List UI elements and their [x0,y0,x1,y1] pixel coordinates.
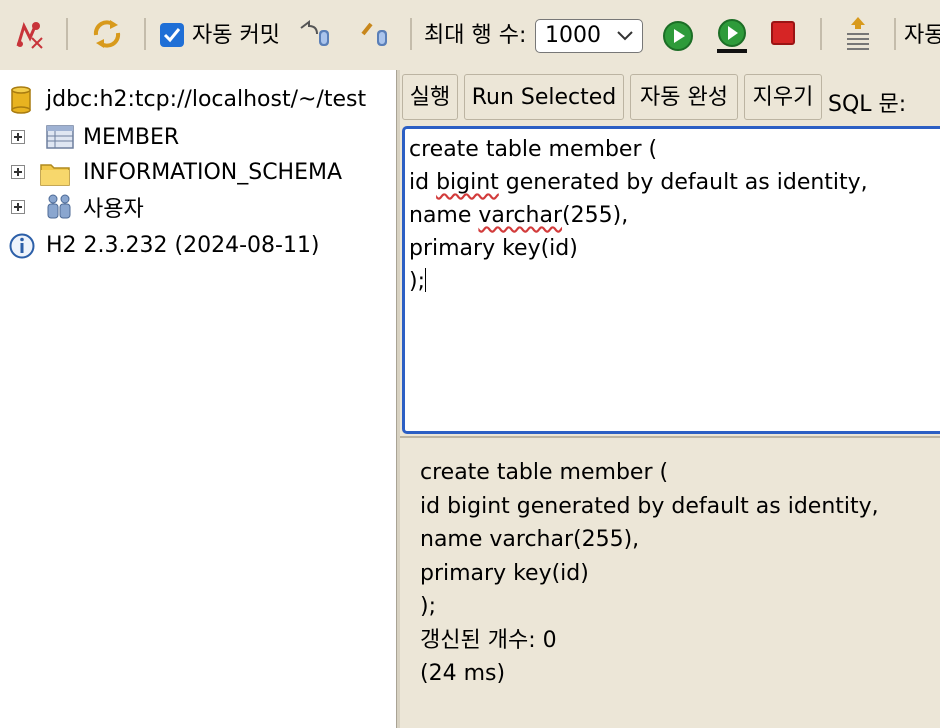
refresh-icon[interactable] [88,16,126,52]
result-line: id bigint generated by default as identi… [420,493,879,519]
max-rows-label: 최대 행 수: [424,23,527,48]
expand-icon[interactable] [11,200,25,214]
chevron-down-icon [617,31,633,41]
autocommit-label: 자동 커밋 [192,23,280,48]
max-rows-value: 1000 [545,23,601,48]
result-line: ); [420,594,436,619]
connection-url: jdbc:h2:tcp://localhost/~/test [46,86,367,112]
toolbar-separator [144,18,146,50]
toolbar-separator [894,18,896,50]
editor-line: name varchar(255), [409,203,629,228]
editor-line-text: ); [409,269,425,294]
toolbar-separator [410,18,412,50]
run-button[interactable]: 실행 [402,74,458,120]
users-icon [47,194,71,219]
expand-icon[interactable] [11,165,25,179]
disconnect-icon[interactable] [12,18,48,52]
folder-icon [40,164,70,186]
toolbar-separator [66,18,68,50]
result-line: primary key(id) [420,560,589,586]
autocommit-checkbox[interactable] [160,23,184,47]
tree-item-member[interactable]: MEMBER [0,122,396,152]
elapsed-time: (24 ms) [420,661,506,686]
auto-complete-button[interactable]: 자동 완성 [630,74,738,120]
toolbar-cut-label: 자동 [904,23,940,48]
result-line: name varchar(255), [420,527,640,552]
version-label: H2 2.3.232 (2024-08-11) [46,232,320,258]
tree-connection[interactable]: jdbc:h2:tcp://localhost/~/test [0,84,396,114]
toolbar-separator [820,18,822,50]
table-icon [46,125,74,149]
run-selected-button[interactable]: Run Selected [464,74,624,120]
stop-icon[interactable] [768,18,798,48]
clear-button[interactable]: 지우기 [744,74,822,120]
text-caret [425,268,426,292]
tree-version: H2 2.3.232 (2024-08-11) [0,230,396,260]
result-output: create table member ( id bigint generate… [420,456,920,691]
editor-line: create table member ( [409,137,658,162]
tree-item-users[interactable]: 사용자 [0,192,396,222]
editor-line: primary key(id) [409,236,578,261]
run-selected-icon[interactable] [712,16,752,56]
max-rows-select[interactable]: 1000 [535,19,643,53]
expand-icon[interactable] [11,130,25,144]
update-count: 갱신된 개수: 0 [420,627,557,653]
tree-item-label: INFORMATION_SCHEMA [83,159,343,185]
editor-line: id bigint generated by default as identi… [409,170,868,195]
database-icon [11,86,31,114]
run-icon[interactable] [660,18,696,54]
tree-item-label: MEMBER [83,124,180,150]
commit-icon[interactable] [356,18,394,52]
sql-editor[interactable]: create table member ( id bigint generate… [402,126,940,434]
history-icon[interactable] [840,14,876,54]
tree-item-label: 사용자 [83,197,144,222]
schema-tree: jdbc:h2:tcp://localhost/~/test MEMBER IN… [0,70,396,728]
toolbar: 자동 커밋 최대 행 수: 1000 자동 [0,0,940,70]
sql-statement-label: SQL 문: [828,92,907,117]
tree-item-information-schema[interactable]: INFORMATION_SCHEMA [0,157,396,187]
result-splitter[interactable] [400,436,940,438]
result-line: create table member ( [420,460,669,485]
query-panel: 실행 Run Selected 자동 완성 지우기 SQL 문: create … [400,70,940,728]
info-icon [9,233,35,259]
rollback-icon[interactable] [296,18,334,52]
editor-line: ); [409,265,940,298]
